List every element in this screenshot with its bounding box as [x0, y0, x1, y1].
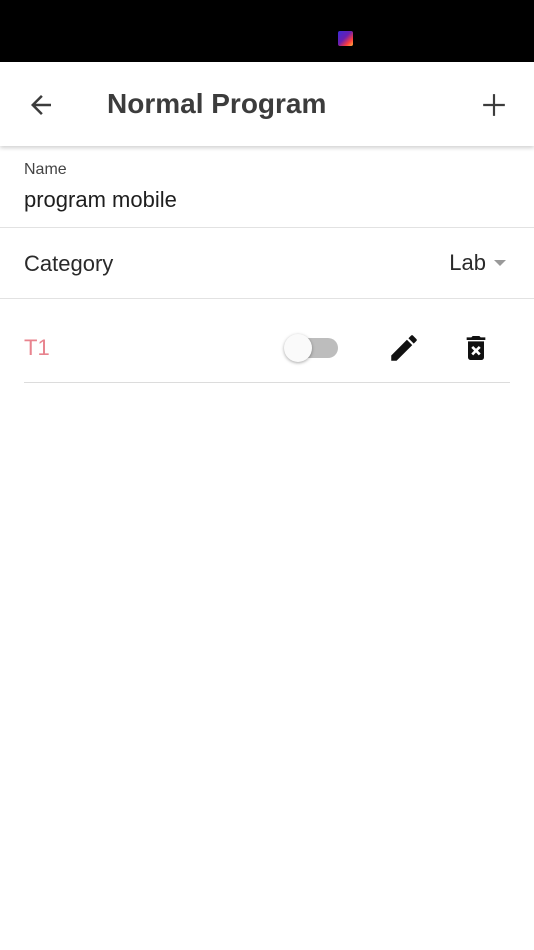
program-name: T1: [24, 335, 50, 360]
program-enable-toggle[interactable]: [284, 333, 340, 363]
add-program-button[interactable]: [474, 86, 514, 124]
app-notification-icon: [338, 31, 353, 46]
category-row: Category Lab: [0, 228, 534, 299]
category-label: Category: [24, 251, 114, 276]
delete-program-button[interactable]: [458, 330, 494, 366]
category-dropdown[interactable]: Lab: [449, 248, 506, 278]
category-selected-value: Lab: [449, 250, 486, 275]
back-button[interactable]: [22, 86, 60, 124]
caret-down-icon: [494, 260, 506, 266]
app-screen: Normal Program Name program mobile Categ…: [0, 0, 534, 950]
name-label: Name: [24, 161, 67, 178]
status-bar: [0, 0, 534, 62]
program-row: T1: [24, 300, 510, 383]
trash-icon: [466, 336, 486, 360]
plus-icon: [483, 94, 505, 116]
name-field[interactable]: Name program mobile: [0, 148, 534, 228]
toggle-knob: [284, 334, 312, 362]
edit-program-button[interactable]: [386, 330, 422, 366]
page-title: Normal Program: [107, 88, 327, 119]
arrow-left-icon: [31, 95, 51, 115]
name-input[interactable]: program mobile: [24, 186, 177, 214]
pencil-icon: [391, 335, 417, 361]
app-bar: Normal Program: [0, 62, 534, 146]
